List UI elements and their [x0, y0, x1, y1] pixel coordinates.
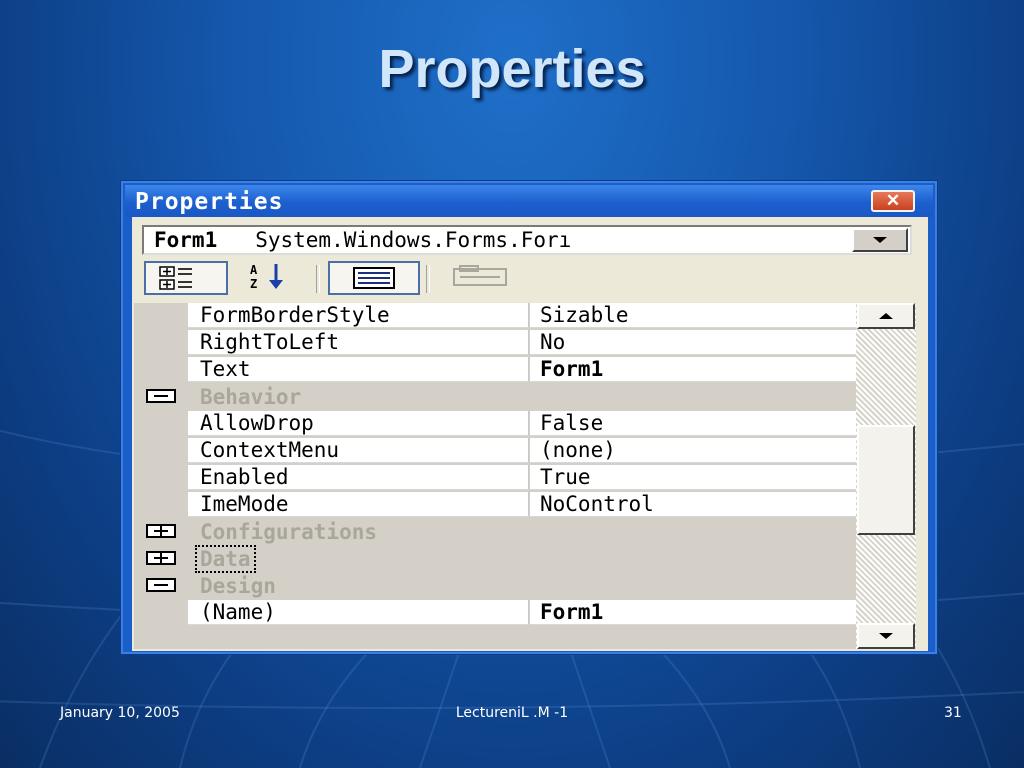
- title-bar[interactable]: Properties ✕: [125, 185, 933, 217]
- footer-center-text: LectureniL .M -1: [455, 705, 569, 721]
- alphabetical-button[interactable]: A Z: [244, 261, 306, 295]
- properties-list-icon: [353, 267, 395, 289]
- property-name: FormBorderStyle: [188, 303, 529, 328]
- categorized-icon: [159, 266, 192, 290]
- row-gutter: [134, 357, 188, 383]
- property-row[interactable]: Text Form1: [134, 357, 856, 383]
- collapse-minus-icon[interactable]: [146, 578, 176, 592]
- object-name: Form1: [154, 228, 218, 252]
- property-value[interactable]: (none): [530, 438, 856, 463]
- category-label: Data: [195, 545, 256, 573]
- close-button[interactable]: ✕: [871, 190, 915, 212]
- svg-text:A: A: [250, 263, 258, 277]
- property-pages-button: [440, 261, 520, 295]
- property-value[interactable]: NoControl: [530, 492, 856, 517]
- property-pages-icon: [453, 265, 507, 286]
- property-row[interactable]: ImeMode NoControl: [134, 492, 856, 518]
- window-title: Properties: [135, 189, 284, 215]
- row-gutter: [134, 438, 188, 464]
- property-value[interactable]: No: [530, 330, 856, 355]
- window-client-area: Form1 System.Windows.Forms.Forı A Z Form…: [132, 217, 928, 651]
- property-row[interactable]: Enabled True: [134, 465, 856, 491]
- categorized-button[interactable]: [144, 261, 228, 295]
- property-name: Text: [188, 357, 529, 382]
- category-label: Configurations: [200, 520, 378, 544]
- property-value[interactable]: Form1: [530, 600, 856, 625]
- property-row[interactable]: ContextMenu (none): [134, 438, 856, 464]
- property-value[interactable]: True: [530, 465, 856, 490]
- row-gutter: [134, 303, 188, 329]
- property-row[interactable]: (Name) Form1: [134, 600, 856, 626]
- close-x-icon: ✕: [885, 191, 901, 210]
- expand-plus-icon[interactable]: [146, 524, 176, 538]
- property-name: ContextMenu: [188, 438, 529, 463]
- slide-title: Properties: [378, 39, 646, 99]
- category-label: Behavior: [200, 385, 302, 409]
- toolbar-separator: [316, 265, 320, 293]
- scroll-thumb[interactable]: [857, 425, 915, 535]
- scroll-up-button[interactable]: [857, 303, 915, 329]
- category-row[interactable]: Data: [134, 545, 856, 573]
- property-name: ImeMode: [188, 492, 529, 517]
- toolbar-separator: [426, 265, 430, 293]
- property-grid: FormBorderStyle Sizable RightToLeft No T…: [134, 303, 856, 649]
- svg-text:Z: Z: [250, 277, 257, 291]
- property-row[interactable]: AllowDrop False: [134, 411, 856, 437]
- footer-page-number: 31: [944, 705, 962, 721]
- properties-toolbar: A Z: [136, 259, 924, 297]
- category-row[interactable]: Configurations: [134, 519, 856, 545]
- row-gutter: [134, 411, 188, 437]
- row-gutter: [134, 465, 188, 491]
- category-row[interactable]: Behavior: [134, 384, 856, 410]
- scroll-down-button[interactable]: [857, 623, 915, 649]
- category-row[interactable]: Design: [134, 573, 856, 599]
- row-gutter: [134, 330, 188, 356]
- object-type: System.Windows.Forms.Forı: [255, 228, 572, 252]
- property-value[interactable]: Sizable: [530, 303, 856, 328]
- property-value[interactable]: False: [530, 411, 856, 436]
- property-name: (Name): [188, 600, 529, 625]
- chevron-up-icon: [879, 313, 893, 319]
- row-gutter: [134, 492, 188, 518]
- expand-plus-icon[interactable]: [146, 551, 176, 565]
- alphabetical-sort-icon: A Z: [250, 263, 283, 291]
- category-label: Design: [200, 574, 276, 598]
- properties-window: Properties ✕ Form1 System.Windows.Forms.F…: [120, 180, 938, 655]
- property-name: AllowDrop: [188, 411, 529, 436]
- collapse-minus-icon[interactable]: [146, 389, 176, 403]
- chevron-down-icon: [879, 633, 893, 639]
- properties-list-button[interactable]: [328, 261, 420, 295]
- property-row[interactable]: FormBorderStyle Sizable: [134, 303, 856, 329]
- object-selector-text: Form1 System.Windows.Forms.Forı: [154, 227, 844, 253]
- object-selector-combo[interactable]: Form1 System.Windows.Forms.Forı: [142, 225, 912, 255]
- property-row[interactable]: RightToLeft No: [134, 330, 856, 356]
- object-selector-dropdown-button[interactable]: [852, 228, 908, 252]
- chevron-down-icon: [873, 237, 887, 243]
- property-name: Enabled: [188, 465, 529, 490]
- row-gutter: [134, 600, 188, 626]
- property-name: RightToLeft: [188, 330, 529, 355]
- vertical-scrollbar[interactable]: [856, 303, 916, 649]
- property-value[interactable]: Form1: [530, 357, 856, 382]
